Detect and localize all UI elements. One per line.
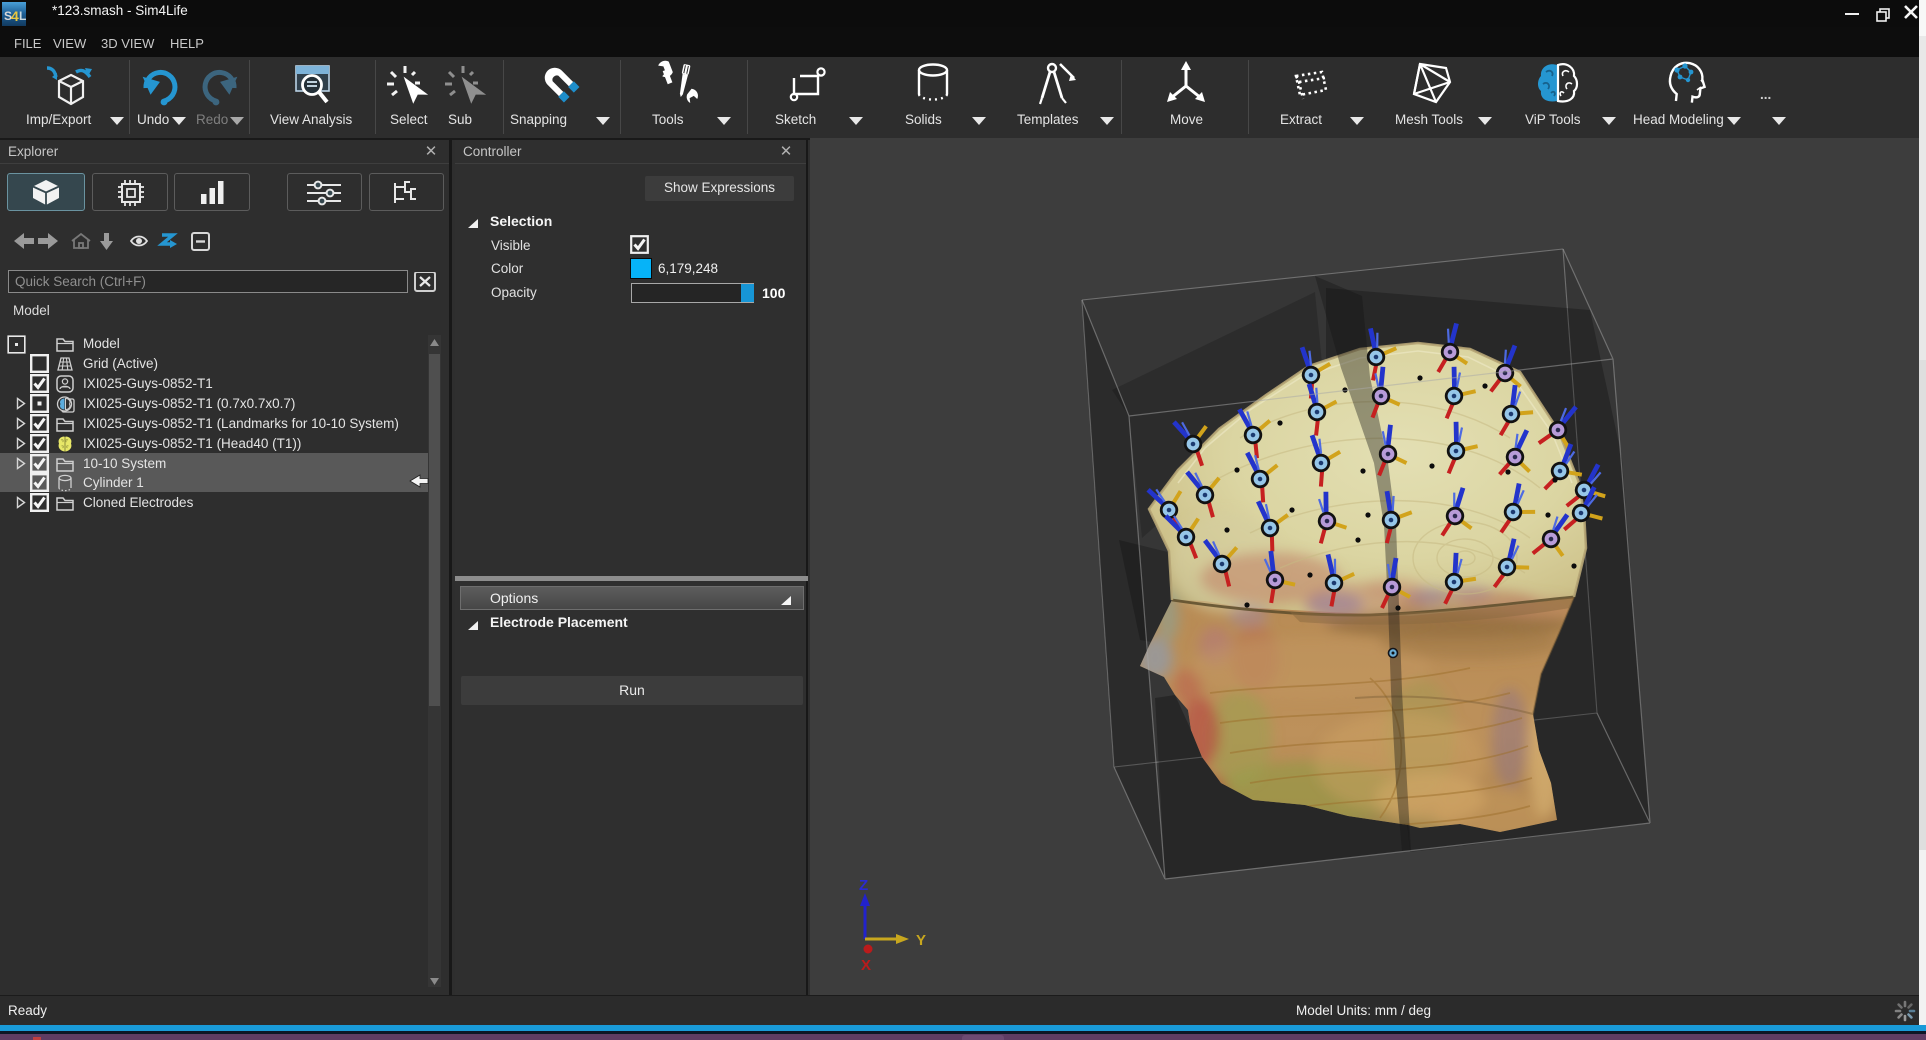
svg-text:L: L bbox=[19, 9, 26, 23]
svg-text:X: X bbox=[861, 957, 871, 974]
svg-text:Z: Z bbox=[859, 877, 868, 894]
svg-text:4: 4 bbox=[11, 8, 19, 24]
svg-text:Y: Y bbox=[916, 932, 926, 949]
